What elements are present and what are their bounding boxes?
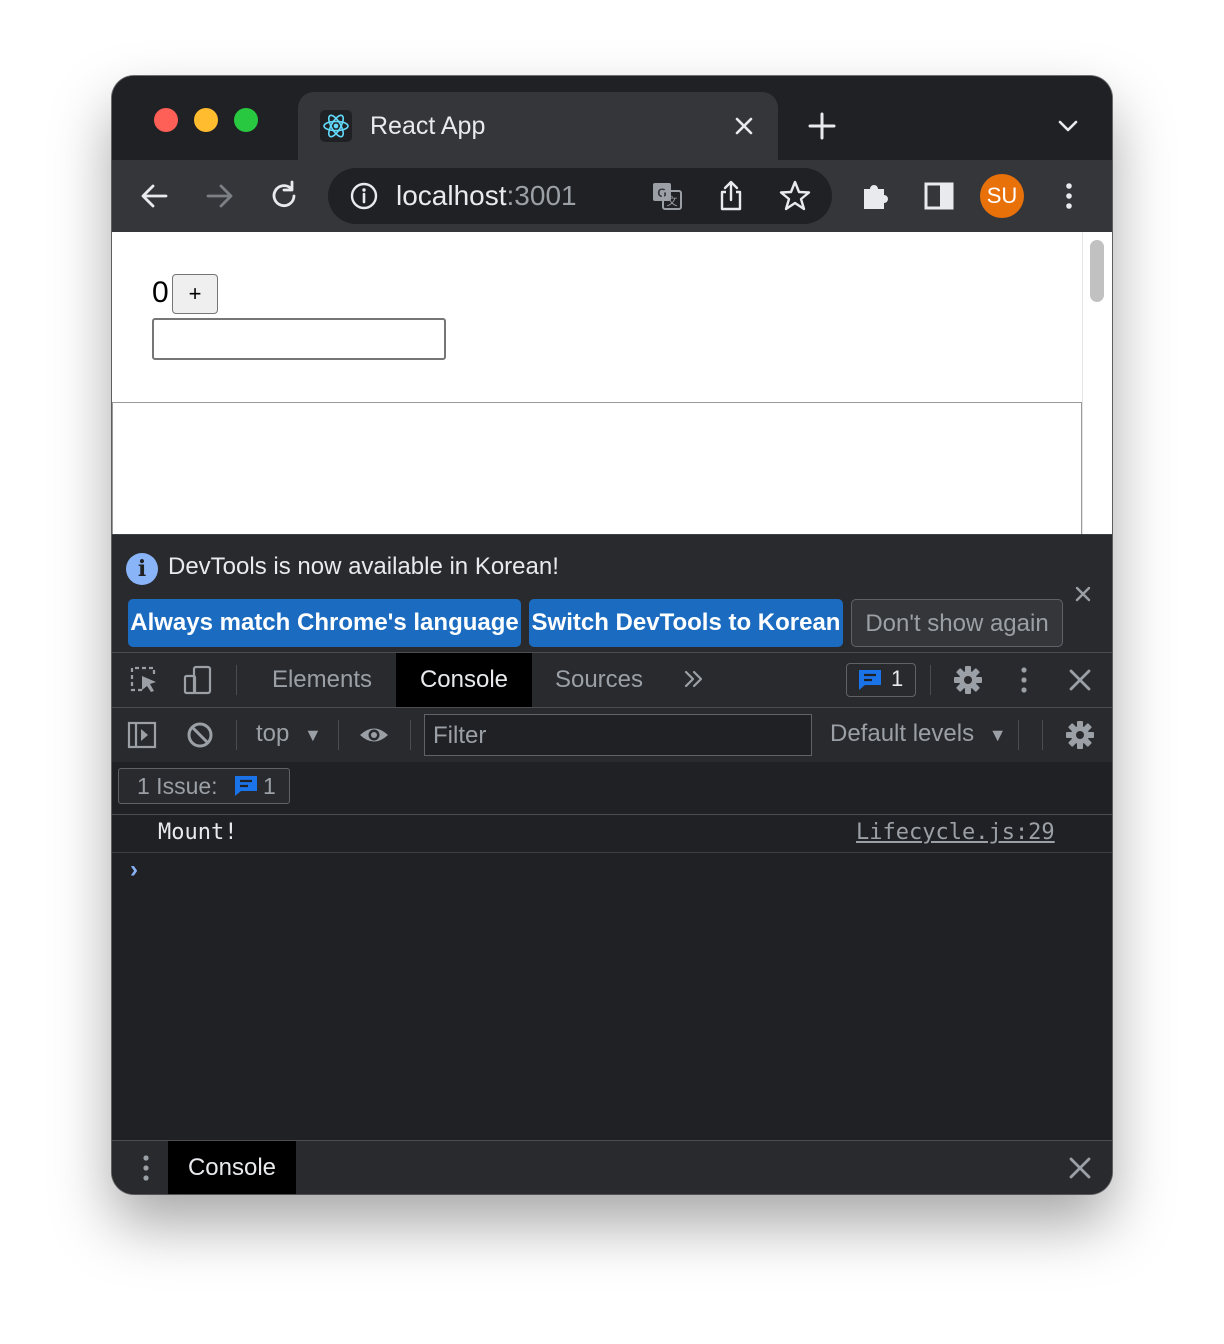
issues-counter-button[interactable]: 1 — [846, 663, 916, 697]
settings-gear-icon[interactable] — [952, 664, 984, 696]
maximize-window-button[interactable] — [234, 108, 258, 132]
console-log-row: Mount! Lifecycle.js:29 — [112, 814, 1112, 853]
new-tab-icon[interactable] — [806, 110, 838, 142]
context-value: top — [256, 720, 290, 747]
tab-title: React App — [370, 112, 486, 140]
counter-value: 0 — [152, 276, 169, 309]
divider — [1042, 720, 1043, 750]
reload-icon[interactable] — [267, 179, 301, 213]
react-icon — [320, 110, 352, 142]
divider — [236, 665, 237, 695]
clear-console-icon[interactable] — [184, 719, 216, 751]
address-bar[interactable]: localhost:3001 G文 — [328, 168, 832, 224]
text-input[interactable] — [152, 318, 446, 360]
close-tab-icon[interactable] — [730, 112, 758, 140]
profile-avatar[interactable]: SU — [980, 174, 1024, 218]
log-message: Mount! — [158, 820, 238, 845]
console-prompt[interactable]: › — [130, 856, 138, 884]
more-vertical-icon[interactable] — [1008, 664, 1040, 696]
divider — [930, 665, 931, 695]
issues-chip-count: 1 — [263, 773, 276, 799]
sidebar-toggle-icon[interactable] — [126, 719, 158, 751]
info-icon: i — [126, 553, 158, 585]
extensions-icon[interactable] — [858, 179, 892, 213]
devtools-tab-bar: Elements Console Sources 1 — [112, 652, 1112, 708]
tab-elements[interactable]: Elements — [258, 653, 386, 707]
title-bar: React App — [112, 76, 1112, 160]
info-icon[interactable] — [348, 180, 380, 212]
log-source-link[interactable]: Lifecycle.js:29 — [856, 820, 1055, 845]
minimize-window-button[interactable] — [194, 108, 218, 132]
more-vertical-icon[interactable] — [1052, 179, 1086, 213]
increment-button[interactable]: + — [172, 274, 218, 314]
drawer-tab-console[interactable]: Console — [168, 1141, 296, 1194]
svg-text:文: 文 — [667, 194, 678, 208]
dropdown-arrow-icon: ▼ — [988, 725, 1007, 745]
inspect-element-icon[interactable] — [128, 664, 160, 696]
message-icon — [233, 774, 259, 798]
live-expression-eye-icon[interactable] — [358, 719, 390, 751]
translate-icon[interactable]: G文 — [650, 179, 684, 213]
chevron-down-icon[interactable] — [1056, 114, 1080, 138]
divider — [338, 720, 339, 750]
divider — [1018, 720, 1019, 750]
close-window-button[interactable] — [154, 108, 178, 132]
dont-show-again-button[interactable]: Don't show again — [851, 599, 1063, 647]
match-language-button[interactable]: Always match Chrome's language — [128, 599, 521, 647]
close-icon[interactable] — [1072, 583, 1094, 605]
device-toolbar-icon[interactable] — [182, 664, 214, 696]
scrollbar-thumb[interactable] — [1090, 240, 1104, 302]
share-icon[interactable] — [714, 179, 748, 213]
url-port: :3001 — [506, 180, 577, 211]
issues-count: 1 — [891, 666, 904, 691]
filter-input[interactable]: Filter — [424, 714, 812, 756]
content-frame — [112, 402, 1082, 534]
log-levels-dropdown[interactable]: Default levels ▼ — [830, 720, 1007, 748]
browser-toolbar: localhost:3001 G文 SU — [112, 160, 1112, 232]
dropdown-arrow-icon: ▼ — [304, 725, 322, 745]
bookmark-star-icon[interactable] — [778, 179, 812, 213]
url-host: localhost — [396, 180, 507, 211]
close-devtools-icon[interactable] — [1064, 664, 1096, 696]
tab-sources[interactable]: Sources — [542, 653, 656, 707]
issues-chip[interactable]: 1 Issue: 1 — [118, 768, 290, 804]
more-tabs-icon[interactable] — [680, 665, 708, 693]
console-toolbar: top ▼ Filter Default levels ▼ — [112, 708, 1112, 763]
context-selector[interactable]: top ▼ — [256, 720, 322, 748]
side-panel-icon[interactable] — [922, 179, 956, 213]
switch-korean-button[interactable]: Switch DevTools to Korean — [529, 599, 843, 647]
issues-bar: 1 Issue: 1 — [112, 762, 1112, 815]
devtools-infobar: i DevTools is now available in Korean! A… — [112, 534, 1112, 653]
browser-window: React App localhost:3001 G 文 SU 0 + i De… — [112, 76, 1112, 1194]
page-viewport: 0 + — [112, 232, 1112, 534]
url-text: localhost:3001 — [396, 180, 577, 212]
devtools-panel: i DevTools is now available in Korean! A… — [112, 534, 1112, 1194]
divider — [236, 720, 237, 750]
issues-label: 1 Issue: — [137, 773, 218, 799]
message-icon — [857, 668, 883, 692]
browser-tab[interactable]: React App — [298, 92, 778, 160]
tab-console[interactable]: Console — [396, 653, 532, 707]
forward-arrow-icon[interactable] — [202, 179, 236, 213]
devtools-drawer: Console — [112, 1140, 1112, 1194]
infobar-message: DevTools is now available in Korean! — [168, 553, 559, 580]
close-drawer-icon[interactable] — [1064, 1152, 1096, 1184]
back-arrow-icon[interactable] — [138, 179, 172, 213]
log-levels-label: Default levels — [830, 720, 975, 747]
drawer-menu-icon[interactable] — [130, 1152, 162, 1184]
console-settings-gear-icon[interactable] — [1064, 719, 1096, 751]
divider — [410, 720, 411, 750]
